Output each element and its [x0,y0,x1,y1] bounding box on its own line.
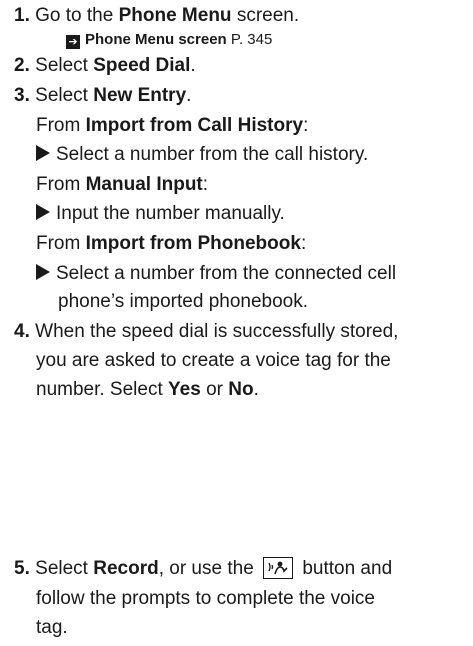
option-keyword: Import from Call History [85,115,304,136]
step-text: tag. [36,617,68,638]
step-number: 3. [14,85,30,106]
step-5: 5. Select Record, or use the button and [14,557,392,581]
triangle-bullet-icon [36,204,50,220]
option-phonebook: From Import from Phonebook: [36,232,306,256]
step-text: Select [35,558,94,579]
step-text: . [190,55,196,76]
step-text: button and [297,558,393,579]
step-text: you are asked to create a voice tag for … [36,350,391,371]
sub-step-text: Select a number from the call history. [56,144,369,165]
step-text: When the speed dial is successfully stor… [35,321,399,342]
step-4-line-3: number. Select Yes or No. [36,378,259,402]
sub-step-text: phone’s imported phonebook. [58,291,309,312]
step-3: 3. Select New Entry. [14,84,191,108]
step-text: Select [35,85,94,106]
reference-arrow-icon: ➔ [66,35,80,49]
step-2: 2. Select Speed Dial. [14,54,196,78]
step-text: follow the prompts to complete the voice [36,588,376,609]
instruction-page: 1. Go to the Phone Menu screen. ➔ Phone M… [0,0,473,646]
reference-page: P. 345 [226,31,273,48]
step-4: 4. When the speed dial is successfully s… [14,320,398,344]
option-text: : [202,174,209,195]
step-number: 5. [14,558,30,579]
step-text: screen. [231,5,300,26]
option-text: From [36,233,86,254]
step-keyword: New Entry [93,85,187,106]
option-keyword: Import from Phonebook [85,233,301,254]
step-text: . [253,379,259,400]
reference-title: Phone Menu screen [85,31,227,48]
step-4-line-2: you are asked to create a voice tag for … [36,349,391,373]
triangle-bullet-icon [36,264,50,280]
option-text: From [36,174,86,195]
option-call-history: From Import from Call History: [36,114,308,138]
step-text: number. Select [36,379,169,400]
no-option: No [228,379,254,400]
page-reference[interactable]: ➔ Phone Menu screen P. 345 [66,30,272,50]
option-text: : [300,233,307,254]
sub-step-text: Input the number manually. [56,203,285,224]
option-manual-input: From Manual Input: [36,173,208,197]
sub-step-call-history: Select a number from the call history. [36,143,368,167]
step-text: or [200,379,229,400]
step-5-line-3: tag. [36,616,68,640]
step-keyword: Record [93,558,159,579]
sub-step-text: Select a number from the connected cell [56,263,397,284]
sub-step-phonebook: Select a number from the connected cell [36,262,396,286]
triangle-bullet-icon [36,145,50,161]
step-text: , or use the [158,558,260,579]
step-text: Go to the [35,5,119,26]
step-1: 1. Go to the Phone Menu screen. [14,4,299,28]
step-keyword: Phone Menu [118,5,232,26]
step-keyword: Speed Dial [93,55,191,76]
talk-button-icon [263,557,294,579]
step-number: 1. [14,5,30,26]
step-number: 2. [14,55,30,76]
option-keyword: Manual Input [85,174,203,195]
step-5-line-2: follow the prompts to complete the voice [36,587,375,611]
option-text: From [36,115,86,136]
step-text: . [186,85,192,106]
sub-step-manual-input: Input the number manually. [36,202,285,226]
step-number: 4. [14,321,30,342]
yes-option: Yes [168,379,201,400]
option-text: : [303,115,309,136]
sub-step-phonebook-cont: phone’s imported phonebook. [58,290,308,314]
step-text: Select [35,55,94,76]
